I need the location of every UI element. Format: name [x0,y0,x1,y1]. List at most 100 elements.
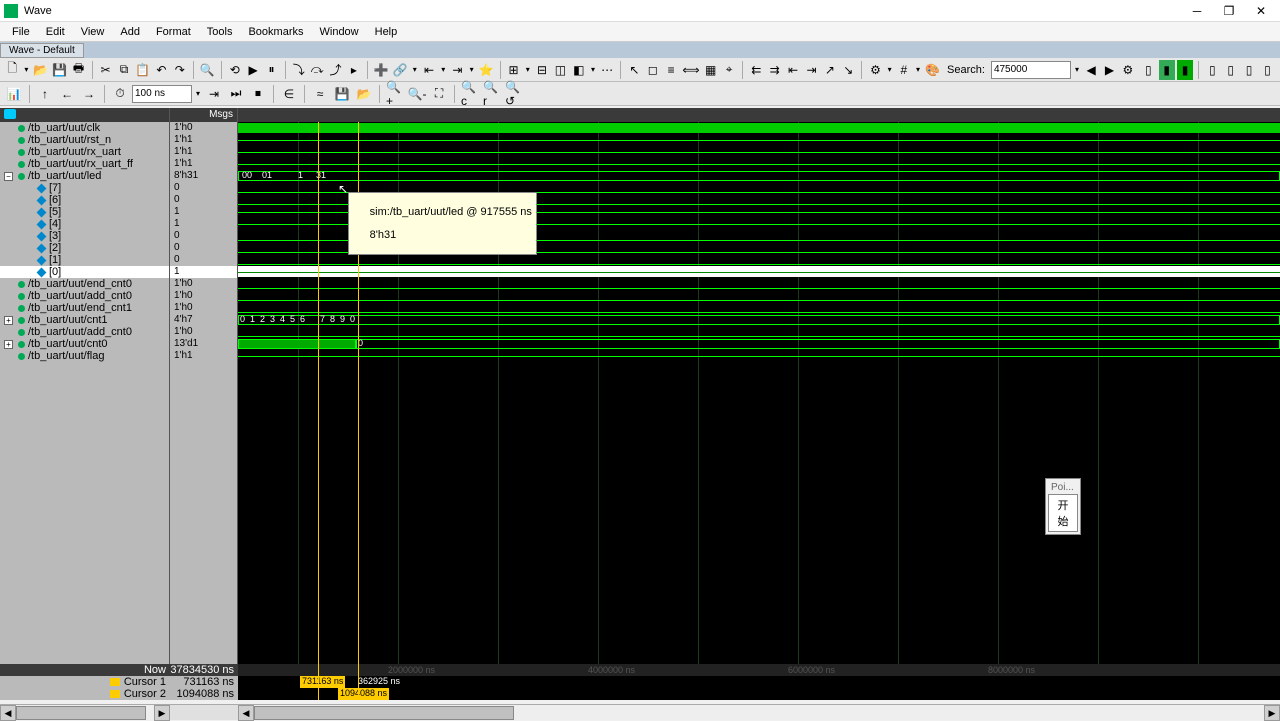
view3-icon[interactable]: ▯ [1241,60,1257,80]
paste-icon[interactable]: 📋 [134,60,151,80]
cursor-link-icon[interactable]: 🔗 [392,60,409,80]
minimize-button[interactable]: ─ [1182,1,1212,21]
format-dropdown[interactable]: ▾ [886,65,894,74]
signal-row[interactable]: +/tb_uart/uut/cnt1 [0,314,169,326]
search-prev-icon[interactable]: ◀ [1083,60,1099,80]
ungroup-icon[interactable]: ◧ [571,60,587,80]
select-icon[interactable]: ↖ [626,60,642,80]
search-next-icon[interactable]: ▶ [1101,60,1117,80]
run-length-icon[interactable]: ⏱ [110,84,130,104]
bookmark-icon[interactable]: ⭐ [478,60,495,80]
expand-icon[interactable]: ⊞ [505,60,521,80]
step-icon[interactable]: ⤵ [291,60,307,80]
radix-icon[interactable]: # [896,60,912,80]
signal-row[interactable]: /tb_uart/uut/rst_n [0,134,169,146]
layout2-icon[interactable]: ▮ [1159,60,1175,80]
scroll-right-icon[interactable]: ▶ [154,705,170,721]
scroll-left-icon[interactable]: ◀ [0,705,16,721]
wave-compare-icon[interactable]: ≈ [310,84,330,104]
signal-row[interactable]: [5] [0,206,169,218]
layout3-icon[interactable]: ▮ [1177,60,1193,80]
maximize-button[interactable]: ❐ [1214,1,1244,21]
search-options-icon[interactable]: ⚙ [1120,60,1136,80]
edge-next-icon[interactable]: ⇉ [767,60,783,80]
view2-icon[interactable]: ▯ [1222,60,1238,80]
close-button[interactable]: ✕ [1246,1,1276,21]
zoom-cursor-icon[interactable]: 🔍c [460,84,480,104]
edge-prev-icon[interactable]: ⇇ [748,60,764,80]
format-icon[interactable]: ⚙ [867,60,883,80]
run-time-input[interactable] [132,85,192,103]
goto-prev-icon[interactable]: ⇤ [421,60,437,80]
wave-tab[interactable]: Wave - Default [0,43,84,58]
signal-name-pane[interactable]: /tb_uart/uut/clk/tb_uart/uut/rst_n/tb_ua… [0,108,170,700]
menu-file[interactable]: File [4,24,38,40]
cursor1-row[interactable]: Cursor 1 731163 ns 731163 ns 362925 ns [0,676,1280,688]
zoom-in-icon[interactable]: 🔍+ [385,84,405,104]
grid-icon[interactable]: ▦ [703,60,719,80]
add-wave-icon[interactable]: 📊 [4,84,24,104]
signal-row[interactable]: /tb_uart/uut/end_cnt0 [0,278,169,290]
horizontal-scrollbar[interactable]: ◀ ▶ ◀ ▶ [0,704,1280,720]
collapse-icon[interactable]: ⊟ [534,60,550,80]
expand-toggle[interactable]: − [4,172,13,181]
menu-tools[interactable]: Tools [199,24,241,40]
signal-row[interactable]: /tb_uart/uut/add_cnt0 [0,326,169,338]
signal-row[interactable]: −/tb_uart/uut/led [0,170,169,182]
menu-window[interactable]: Window [312,24,367,40]
step-over-icon[interactable]: ⤼ [309,60,325,80]
wave-save-icon[interactable]: 💾 [332,84,352,104]
search-input[interactable] [991,61,1071,79]
wave-scroll-right-icon[interactable]: ▶ [1264,705,1280,721]
open-icon[interactable]: 📂 [32,60,49,80]
expand-toggle[interactable]: + [4,340,13,349]
menu-add[interactable]: Add [112,24,148,40]
signal-row[interactable]: /tb_uart/uut/add_cnt0 [0,290,169,302]
zoom-last-icon[interactable]: 🔍↺ [504,84,524,104]
run-icon[interactable]: ▶ [245,60,261,80]
new-icon[interactable]: 🗋 [4,60,20,80]
floating-pointer-window[interactable]: Poi... 开始 [1045,478,1081,535]
zoom-range-icon[interactable]: 🔍r [482,84,502,104]
menu-format[interactable]: Format [148,24,199,40]
layout1-icon[interactable]: ▯ [1140,60,1156,80]
signal-row[interactable]: /tb_uart/uut/rx_uart [0,146,169,158]
signal-row[interactable]: [1] [0,254,169,266]
contains-icon[interactable]: ∈ [279,84,299,104]
ungroup-dropdown[interactable]: ▾ [589,65,597,74]
menu-view[interactable]: View [73,24,113,40]
copy-icon[interactable]: ⧉ [116,60,132,80]
signal-row[interactable]: [3] [0,230,169,242]
color-icon[interactable]: 🎨 [924,60,941,80]
wave-display[interactable]: 00 01 1 31 0 1 2 3 4 5 6 7 8 [238,108,1280,700]
run-all-icon[interactable]: ⏭ [226,84,246,104]
signal-row[interactable]: /tb_uart/uut/end_cnt1 [0,302,169,314]
back-icon[interactable]: ← [57,84,77,104]
cursor1-mark[interactable]: 731163 ns [300,676,345,688]
signal-row[interactable]: /tb_uart/uut/flag [0,350,169,362]
view4-icon[interactable]: ▯ [1259,60,1275,80]
search-dropdown[interactable]: ▾ [1073,65,1081,74]
signal-row[interactable]: [2] [0,242,169,254]
edge-rise-icon[interactable]: ↗ [822,60,838,80]
edge-fall-icon[interactable]: ↘ [840,60,856,80]
divider-icon[interactable]: ⋯ [599,60,615,80]
menu-bookmarks[interactable]: Bookmarks [240,24,311,40]
cursor2-mark[interactable]: 1094088 ns [338,688,389,700]
save-icon[interactable]: 💾 [51,60,68,80]
break-icon[interactable]: ⏸ [263,60,279,80]
cut-icon[interactable]: ✂ [98,60,114,80]
signal-row[interactable]: [4] [0,218,169,230]
signal-row[interactable]: [6] [0,194,169,206]
signal-row[interactable]: [0] [0,266,169,278]
group-icon[interactable]: ◫ [552,60,568,80]
value-pane[interactable]: Msgs 1'h01'h11'h11'h18'h31001100011'h01'… [170,108,238,700]
cursor-add-icon[interactable]: ➕ [373,60,390,80]
view1-icon[interactable]: ▯ [1204,60,1220,80]
restart-icon[interactable]: ⟲ [227,60,243,80]
signal-row[interactable]: +/tb_uart/uut/cnt0 [0,338,169,350]
find-icon[interactable]: 🔍 [199,60,216,80]
run-step-icon[interactable]: ⇥ [204,84,224,104]
forward-icon[interactable]: → [79,84,99,104]
menu-help[interactable]: Help [367,24,406,40]
